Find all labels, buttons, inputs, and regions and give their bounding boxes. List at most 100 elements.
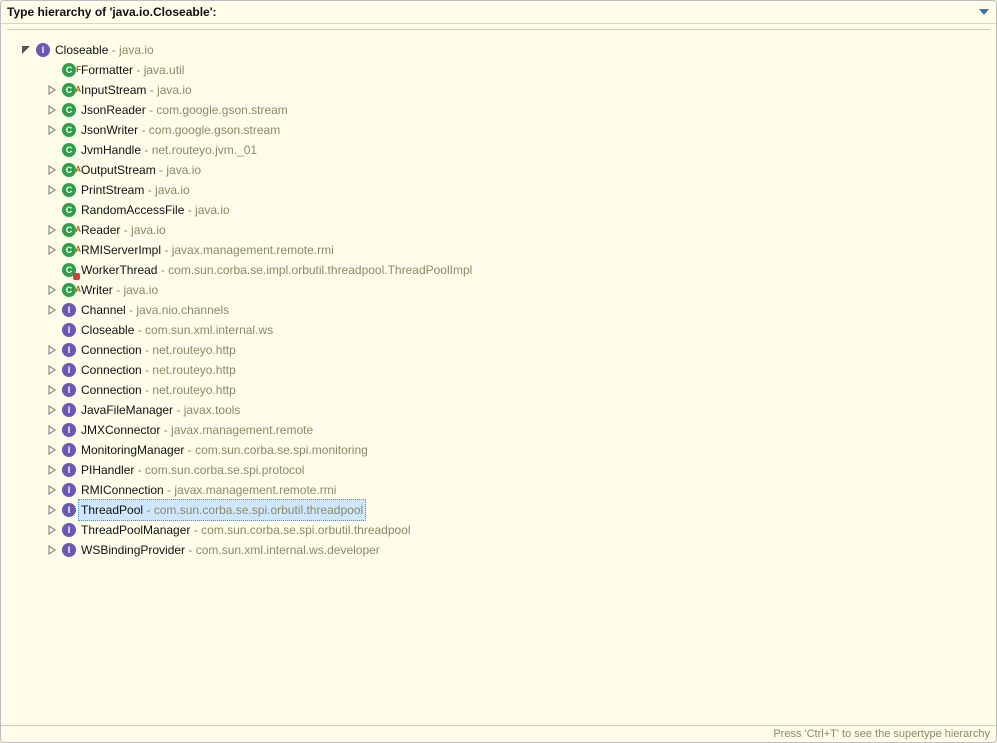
expand-icon[interactable]	[45, 183, 59, 197]
tree-row[interactable]: ICloseable - java.io	[7, 40, 990, 60]
tree-row[interactable]: CWorkerThread - com.sun.corba.se.impl.or…	[7, 260, 990, 280]
tree-row[interactable]: IThreadPoolManager - com.sun.corba.se.sp…	[7, 520, 990, 540]
expand-icon[interactable]	[45, 83, 59, 97]
type-icon: CF	[61, 62, 77, 78]
type-package: com.sun.corba.se.spi.orbutil.threadpool	[201, 523, 410, 537]
type-name: WSBindingProvider	[81, 543, 185, 557]
type-icon: I	[61, 302, 77, 318]
expand-icon[interactable]	[45, 123, 59, 137]
type-icon: C	[61, 262, 77, 278]
expand-icon[interactable]	[45, 483, 59, 497]
footer-hint-text: Press 'Ctrl+T' to see the supertype hier…	[773, 728, 990, 740]
type-name: JvmHandle	[81, 143, 141, 157]
tree-row[interactable]: CJvmHandle - net.routeyo.jvm._01	[7, 140, 990, 160]
tree-row[interactable]: IWSBindingProvider - com.sun.xml.interna…	[7, 540, 990, 560]
type-icon: I	[61, 542, 77, 558]
expand-icon[interactable]	[45, 363, 59, 377]
expand-icon[interactable]	[45, 343, 59, 357]
type-package: net.routeyo.http	[152, 343, 235, 357]
expand-icon[interactable]	[45, 423, 59, 437]
type-package: net.routeyo.jvm._01	[152, 143, 257, 157]
tree-row[interactable]: CAReader - java.io	[7, 220, 990, 240]
expand-icon[interactable]	[45, 243, 59, 257]
type-package: java.io	[157, 83, 192, 97]
tree-row[interactable]: CAInputStream - java.io	[7, 80, 990, 100]
tree-row[interactable]: CRandomAccessFile - java.io	[7, 200, 990, 220]
view-menu-icon[interactable]	[978, 6, 990, 18]
tree-row[interactable]: CAOutputStream - java.io	[7, 160, 990, 180]
tree-row[interactable]: IConnection - net.routeyo.http	[7, 360, 990, 380]
type-icon: I	[61, 322, 77, 338]
panel-header: Type hierarchy of 'java.io.Closeable':	[1, 1, 996, 24]
expand-icon[interactable]	[45, 443, 59, 457]
type-icon: I	[61, 422, 77, 438]
type-icon: C	[61, 142, 77, 158]
type-icon: I	[61, 462, 77, 478]
type-package: java.io	[195, 203, 230, 217]
expand-icon[interactable]	[19, 43, 33, 57]
type-name: InputStream	[81, 83, 146, 97]
tree-row[interactable]: IPIHandler - com.sun.corba.se.spi.protoc…	[7, 460, 990, 480]
type-name: ThreadPoolManager	[81, 523, 190, 537]
type-name: PrintStream	[81, 183, 144, 197]
type-icon: I	[61, 362, 77, 378]
tree-row[interactable]: CARMIServerImpl - javax.management.remot…	[7, 240, 990, 260]
expand-icon[interactable]	[45, 383, 59, 397]
type-icon: CA	[61, 162, 77, 178]
type-tree[interactable]: ICloseable - java.ioCFFormatter - java.u…	[7, 29, 990, 720]
expand-icon[interactable]	[45, 463, 59, 477]
expand-icon[interactable]	[45, 283, 59, 297]
type-package: com.sun.corba.se.spi.protocol	[145, 463, 304, 477]
expand-icon[interactable]	[45, 163, 59, 177]
type-name: PIHandler	[81, 463, 134, 477]
type-name: JsonWriter	[81, 123, 138, 137]
tree-row[interactable]: IConnection - net.routeyo.http	[7, 340, 990, 360]
expand-icon[interactable]	[45, 403, 59, 417]
type-icon: I	[35, 42, 51, 58]
tree-row[interactable]: IJavaFileManager - javax.tools	[7, 400, 990, 420]
tree-row[interactable]: CPrintStream - java.io	[7, 180, 990, 200]
type-name: WorkerThread	[81, 263, 157, 277]
type-name: Connection	[81, 363, 142, 377]
type-icon: I	[61, 482, 77, 498]
tree-row[interactable]: CJsonWriter - com.google.gson.stream	[7, 120, 990, 140]
tree-row[interactable]: IChannel - java.nio.channels	[7, 300, 990, 320]
type-package: javax.management.remote	[171, 423, 313, 437]
type-package: javax.management.remote.rmi	[174, 483, 336, 497]
type-name: Connection	[81, 343, 142, 357]
type-name: JsonReader	[81, 103, 146, 117]
type-name: JavaFileManager	[81, 403, 173, 417]
tree-row[interactable]: IConnection - net.routeyo.http	[7, 380, 990, 400]
tree-row[interactable]: IRMIConnection - javax.management.remote…	[7, 480, 990, 500]
type-package: javax.tools	[184, 403, 241, 417]
type-icon: C	[61, 102, 77, 118]
panel-title: Type hierarchy of 'java.io.Closeable':	[7, 5, 217, 19]
tree-row[interactable]: CAWriter - java.io	[7, 280, 990, 300]
tree-row[interactable]: CFFormatter - java.util	[7, 60, 990, 80]
expand-icon[interactable]	[45, 103, 59, 117]
expand-icon[interactable]	[45, 543, 59, 557]
tree-row[interactable]: IMonitoringManager - com.sun.corba.se.sp…	[7, 440, 990, 460]
type-icon: C	[61, 202, 77, 218]
tree-row[interactable]: IJMXConnector - javax.management.remote	[7, 420, 990, 440]
expand-icon[interactable]	[45, 223, 59, 237]
expand-icon[interactable]	[45, 503, 59, 517]
tree-row[interactable]: CJsonReader - com.google.gson.stream	[7, 100, 990, 120]
type-package: com.sun.xml.internal.ws.developer	[196, 543, 380, 557]
type-icon: CA	[61, 222, 77, 238]
tree-row[interactable]: IThreadPool - com.sun.corba.se.spi.orbut…	[7, 500, 990, 520]
expand-icon[interactable]	[45, 303, 59, 317]
tree-row[interactable]: ICloseable - com.sun.xml.internal.ws	[7, 320, 990, 340]
type-icon: C	[61, 122, 77, 138]
type-name: Closeable	[81, 323, 134, 337]
type-name: RandomAccessFile	[81, 203, 184, 217]
type-package: java.io	[123, 283, 158, 297]
type-package: com.sun.corba.se.spi.orbutil.threadpool	[154, 503, 363, 517]
type-name: RMIConnection	[81, 483, 164, 497]
expand-icon[interactable]	[45, 523, 59, 537]
type-package: com.sun.xml.internal.ws	[145, 323, 273, 337]
type-name: Writer	[81, 283, 113, 297]
type-name: MonitoringManager	[81, 443, 184, 457]
footer-hint: Press 'Ctrl+T' to see the supertype hier…	[1, 725, 996, 742]
type-package: com.google.gson.stream	[149, 123, 280, 137]
